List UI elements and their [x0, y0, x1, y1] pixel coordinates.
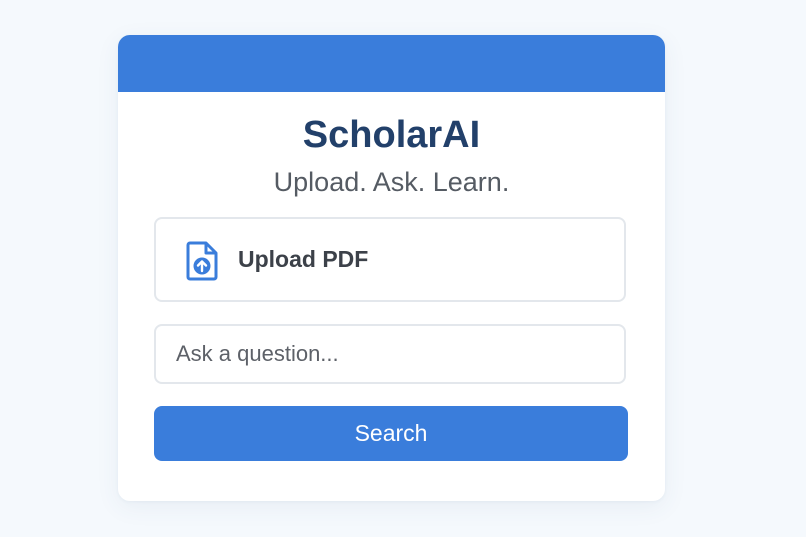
upload-pdf-label: Upload PDF [238, 246, 369, 272]
app-tagline: Upload. Ask. Learn. [273, 167, 510, 197]
question-input[interactable] [154, 324, 626, 384]
card-header-bar [118, 35, 665, 92]
main-card: ScholarAI Upload. Ask. Learn. Upload PDF… [118, 35, 665, 501]
app-title: ScholarAI [302, 114, 481, 156]
file-upload-icon [186, 241, 218, 281]
search-button[interactable]: Search [154, 406, 628, 461]
upload-pdf-button[interactable]: Upload PDF [154, 217, 626, 302]
